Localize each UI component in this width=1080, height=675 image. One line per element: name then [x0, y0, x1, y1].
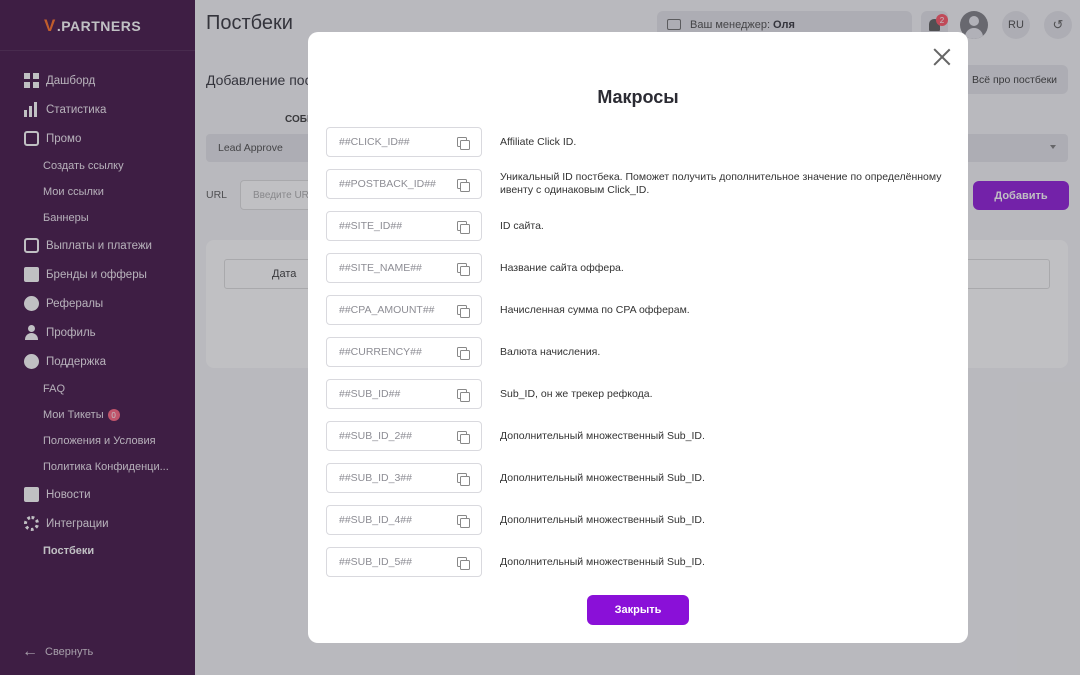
macro-description: Дополнительный множественный Sub_ID. — [500, 555, 705, 568]
macro-row: ##SITE_NAME## Название сайта оффера. — [326, 253, 956, 295]
copy-icon[interactable] — [457, 431, 470, 444]
copy-icon[interactable] — [457, 473, 470, 486]
copy-icon[interactable] — [457, 179, 470, 192]
macro-code: ##SUB_ID_2## — [339, 430, 412, 442]
macro-field[interactable]: ##CLICK_ID## — [326, 127, 482, 157]
close-icon[interactable] — [933, 48, 951, 66]
copy-icon[interactable] — [457, 347, 470, 360]
macro-list: ##CLICK_ID## Affiliate Click ID. ##POSTB… — [326, 127, 956, 589]
macro-code: ##SUB_ID## — [339, 388, 401, 400]
macro-row: ##CLICK_ID## Affiliate Click ID. — [326, 127, 956, 169]
macro-description: Уникальный ID постбека. Поможет получить… — [500, 171, 942, 196]
macro-code: ##POSTBACK_ID## — [339, 178, 436, 190]
macro-description: Sub_ID, он же трекер рефкода. — [500, 387, 653, 400]
macro-description: Валюта начисления. — [500, 345, 601, 358]
macros-modal: Макросы ##CLICK_ID## Affiliate Click ID.… — [308, 32, 968, 643]
macro-description: Название сайта оффера. — [500, 261, 624, 274]
macro-code: ##SITE_NAME## — [339, 262, 422, 274]
copy-icon[interactable] — [457, 137, 470, 150]
macro-description: Дополнительный множественный Sub_ID. — [500, 471, 705, 484]
macro-row: ##CPA_AMOUNT## Начисленная сумма по CPA … — [326, 295, 956, 337]
macro-row: ##SITE_ID## ID сайта. — [326, 211, 956, 253]
macro-field[interactable]: ##POSTBACK_ID## — [326, 169, 482, 199]
macro-field[interactable]: ##SITE_NAME## — [326, 253, 482, 283]
macro-row: ##SUB_ID_5## Дополнительный множественны… — [326, 547, 956, 589]
macro-code: ##SUB_ID_3## — [339, 472, 412, 484]
copy-icon[interactable] — [457, 389, 470, 402]
close-button[interactable]: Закрыть — [587, 595, 689, 625]
macro-code: ##CURRENCY## — [339, 346, 422, 358]
macro-description: Affiliate Click ID. — [500, 135, 577, 148]
macro-row: ##POSTBACK_ID## Уникальный ID постбека. … — [326, 169, 956, 211]
macro-row: ##SUB_ID## Sub_ID, он же трекер рефкода. — [326, 379, 956, 421]
copy-icon[interactable] — [457, 557, 470, 570]
copy-icon[interactable] — [457, 263, 470, 276]
macro-code: ##SITE_ID## — [339, 220, 403, 232]
macro-description: Начисленная сумма по CPA офферам. — [500, 303, 690, 316]
copy-icon[interactable] — [457, 221, 470, 234]
macro-row: ##SUB_ID_4## Дополнительный множественны… — [326, 505, 956, 547]
macro-description: ID сайта. — [500, 219, 544, 232]
macro-field[interactable]: ##SITE_ID## — [326, 211, 482, 241]
modal-title: Макросы — [597, 87, 679, 107]
macro-field[interactable]: ##SUB_ID_4## — [326, 505, 482, 535]
macro-code: ##SUB_ID_4## — [339, 514, 412, 526]
macro-description: Дополнительный множественный Sub_ID. — [500, 429, 705, 442]
macro-row: ##CURRENCY## Валюта начисления. — [326, 337, 956, 379]
macro-code: ##SUB_ID_5## — [339, 556, 412, 568]
macro-field[interactable]: ##CURRENCY## — [326, 337, 482, 367]
macro-row: ##SUB_ID_2## Дополнительный множественны… — [326, 421, 956, 463]
copy-icon[interactable] — [457, 515, 470, 528]
macro-field[interactable]: ##SUB_ID## — [326, 379, 482, 409]
macro-field[interactable]: ##SUB_ID_3## — [326, 463, 482, 493]
macro-field[interactable]: ##SUB_ID_2## — [326, 421, 482, 451]
macro-code: ##CPA_AMOUNT## — [339, 304, 435, 316]
macro-code: ##CLICK_ID## — [339, 136, 410, 148]
macro-field[interactable]: ##SUB_ID_5## — [326, 547, 482, 577]
macro-field[interactable]: ##CPA_AMOUNT## — [326, 295, 482, 325]
macro-row: ##SUB_ID_3## Дополнительный множественны… — [326, 463, 956, 505]
macro-description: Дополнительный множественный Sub_ID. — [500, 513, 705, 526]
copy-icon[interactable] — [457, 305, 470, 318]
